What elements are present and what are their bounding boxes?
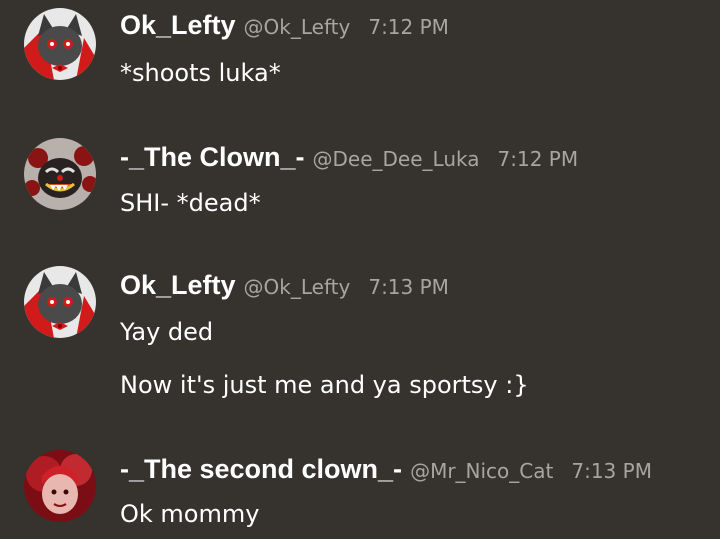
message-text: Now it's just me and ya sportsy :}: [120, 371, 529, 399]
user-handle[interactable]: @Ok_Lefty: [244, 15, 351, 39]
timestamp: 7:12 PM: [497, 147, 579, 171]
username[interactable]: Ok_Lefty: [120, 270, 236, 301]
timestamp: 7:13 PM: [368, 275, 449, 299]
red-character-avatar-icon[interactable]: [24, 450, 96, 522]
user-handle[interactable]: @Dee_Dee_Luka: [313, 147, 480, 171]
cat-avatar-icon[interactable]: [24, 266, 96, 338]
message-text: Yay ded: [120, 318, 214, 346]
timestamp: 7:13 PM: [571, 459, 652, 483]
user-handle[interactable]: @Mr_Nico_Cat: [410, 459, 553, 483]
username[interactable]: -_The Clown_-: [120, 142, 305, 173]
message-text: *shoots luka*: [120, 59, 281, 87]
message-text: SHI- *dead*: [120, 189, 261, 217]
username[interactable]: Ok_Lefty: [120, 10, 236, 41]
username[interactable]: -_The second clown_-: [120, 454, 402, 485]
timestamp: 7:12 PM: [368, 15, 449, 39]
clown-avatar-icon[interactable]: [24, 138, 96, 210]
user-handle[interactable]: @Ok_Lefty: [244, 275, 351, 299]
cat-avatar-icon[interactable]: [24, 8, 96, 80]
message-text: Ok mommy: [120, 500, 260, 528]
